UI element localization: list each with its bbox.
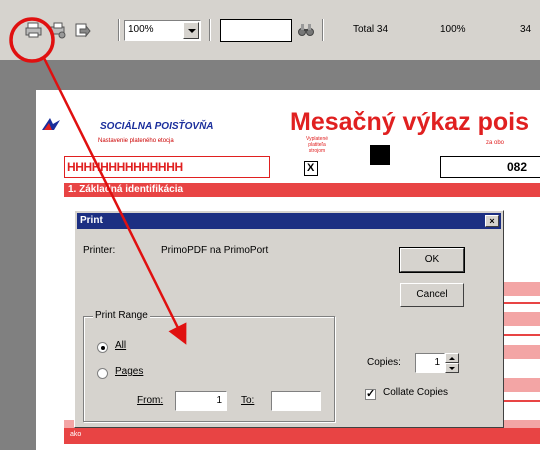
binoculars-icon[interactable] <box>296 20 316 40</box>
pages-label[interactable]: Pages <box>115 366 143 377</box>
toolbar-separator <box>209 19 211 41</box>
collate-checkbox[interactable] <box>365 387 376 400</box>
copies-label: Copies: <box>367 357 401 368</box>
ok-button[interactable]: OK <box>399 247 465 273</box>
x-mark: X <box>307 162 315 174</box>
bottom-red-bar: ako <box>64 428 540 444</box>
logo-icon <box>42 118 60 130</box>
printer-label: Printer: <box>83 245 116 256</box>
all-label[interactable]: All <box>115 340 126 351</box>
form-small-label: Vyplatené platiteľa strojom <box>305 136 329 154</box>
stepper-up-icon[interactable] <box>445 353 459 363</box>
form-number-value: 082 <box>507 160 528 174</box>
export-icon[interactable] <box>72 20 92 40</box>
toolbar-separator <box>322 19 324 41</box>
print-dialog: Print × Printer: PrimoPDF na PrimoPort O… <box>74 210 504 428</box>
form-subtitle: za obo <box>486 140 505 146</box>
logo-text: SOCIÁLNA POISŤOVŇA <box>100 121 214 132</box>
zoom-select[interactable]: 100% <box>124 20 201 41</box>
from-input[interactable]: 1 <box>175 391 227 411</box>
collate-label[interactable]: Collate Copies <box>383 387 448 398</box>
stepper-down-icon[interactable] <box>445 363 459 373</box>
find-input[interactable] <box>220 19 292 42</box>
from-label: From: <box>137 395 164 406</box>
to-label: To: <box>241 395 255 406</box>
form-strip <box>504 345 540 359</box>
form-field-hh-value: HHHHHHHHHHHHHH <box>67 160 183 174</box>
all-radio[interactable] <box>97 342 108 353</box>
pages-radio[interactable] <box>97 368 108 379</box>
cancel-button[interactable]: Cancel <box>400 283 464 307</box>
form-strip <box>504 378 540 392</box>
print-range-label: Print Range <box>93 310 150 321</box>
form-title: Mesačný výkaz pois <box>290 108 530 136</box>
printer-icon[interactable] <box>24 20 44 40</box>
zoom-value: 100% <box>128 24 154 35</box>
section-header-text: 1. Základná identifikácia <box>68 184 184 195</box>
form-field-hh: HHHHHHHHHHHHHH <box>64 156 270 178</box>
viewer-toolbar: 100% Total 34 100% 34 <box>0 0 540 60</box>
chevron-down-icon[interactable] <box>183 22 199 39</box>
bottom-bar-text: ako <box>70 431 82 438</box>
page-readout: 34 <box>520 24 532 35</box>
logo-subtitle: Nastavenie plateného etocja <box>98 138 174 144</box>
close-icon[interactable]: × <box>485 215 499 227</box>
form-rule <box>504 400 540 402</box>
copies-stepper[interactable] <box>445 353 459 373</box>
zoom-readout: 100% <box>440 24 466 35</box>
form-strip <box>504 282 540 296</box>
printer-name: PrimoPDF na PrimoPort <box>161 245 269 256</box>
dialog-titlebar[interactable]: Print × <box>77 213 501 229</box>
from-value: 1 <box>216 395 222 406</box>
section-header-bar: 1. Základná identifikácia <box>64 183 540 197</box>
form-rule <box>504 302 540 304</box>
dialog-title: Print <box>80 215 103 226</box>
total-pages-label: Total 34 <box>353 24 389 35</box>
print-setup-icon[interactable] <box>48 20 68 40</box>
form-checkbox-x: X <box>304 161 318 176</box>
copies-value: 1 <box>434 357 440 368</box>
form-rule <box>504 334 540 336</box>
form-strip <box>504 312 540 326</box>
black-square-mark <box>370 145 390 165</box>
copies-input[interactable]: 1 <box>415 353 445 373</box>
form-number-field: 082 <box>440 156 540 178</box>
to-input[interactable] <box>271 391 321 411</box>
toolbar-separator <box>118 19 120 41</box>
